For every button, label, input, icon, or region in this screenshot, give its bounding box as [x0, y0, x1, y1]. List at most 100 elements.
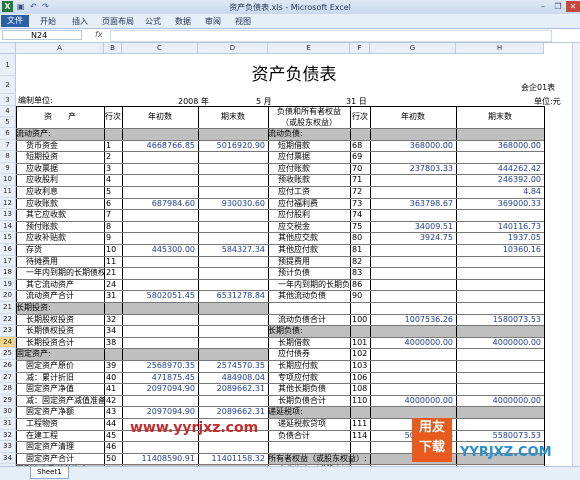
tab-home[interactable]: 开始	[40, 16, 56, 27]
row-header-3[interactable]: 3	[0, 94, 16, 106]
left-label: 应收补贴款	[26, 233, 66, 243]
row-header-24[interactable]: 24	[0, 336, 16, 349]
left-line-no: 9	[106, 233, 112, 243]
left-begin-value	[122, 256, 198, 268]
row-header-27[interactable]: 27	[0, 371, 16, 384]
grid-hline	[16, 162, 544, 164]
row-header-1[interactable]: 1	[0, 54, 16, 76]
row-header-20[interactable]: 20	[0, 290, 16, 302]
sheet-tab-sheet1[interactable]: Sheet1	[30, 467, 69, 479]
left-begin-value	[122, 186, 198, 198]
column-header-e[interactable]: E	[268, 43, 350, 54]
tab-formulas[interactable]: 公式	[145, 16, 161, 27]
left-line-no: 31	[106, 291, 117, 301]
left-begin-value: 4668766.85	[146, 140, 195, 150]
left-line-no: 2	[106, 152, 112, 162]
name-box[interactable]: N24	[2, 30, 82, 40]
column-header-g[interactable]: G	[370, 43, 456, 54]
row-header-22[interactable]: 22	[0, 313, 16, 326]
row-header-26[interactable]: 26	[0, 360, 16, 372]
tab-file[interactable]: 文件	[1, 15, 29, 27]
left-begin-value	[122, 302, 198, 314]
row-header-28[interactable]: 28	[0, 383, 16, 395]
left-begin-value	[122, 221, 198, 233]
row-header-9[interactable]: 9	[0, 162, 16, 175]
row-header-17[interactable]: 17	[0, 255, 16, 268]
tab-insert[interactable]: 插入	[72, 16, 88, 27]
right-label: 应付福利费	[278, 198, 318, 208]
row-header-31[interactable]: 31	[0, 418, 16, 430]
left-label: 固定资产原价	[26, 361, 74, 370]
row-header-19[interactable]: 19	[0, 278, 16, 291]
right-line-no	[352, 406, 370, 418]
left-end-value: 5016920.90	[216, 140, 265, 150]
right-line-no: 72	[352, 187, 363, 196]
row-header-29[interactable]: 29	[0, 394, 16, 407]
row-header-25[interactable]: 25	[0, 348, 16, 360]
row-header-10[interactable]: 10	[0, 174, 16, 186]
tab-page-layout[interactable]: 页面布局	[102, 16, 134, 27]
fx-icon[interactable]: fx	[95, 30, 103, 39]
row-header-7[interactable]: 7	[0, 139, 16, 152]
row-header-15[interactable]: 15	[0, 232, 16, 244]
tab-data[interactable]: 数据	[175, 16, 191, 27]
row-header-21[interactable]: 21	[0, 302, 16, 314]
row-header-2[interactable]: 2	[0, 76, 16, 94]
row-header-11[interactable]: 11	[0, 186, 16, 198]
right-end-value: 369000.33	[497, 198, 541, 208]
row-header-14[interactable]: 14	[0, 220, 16, 233]
left-label: 固定资产净值	[26, 384, 74, 394]
row-header-4[interactable]: 4	[0, 106, 16, 117]
right-line-no: 101	[352, 337, 368, 347]
row-header-5[interactable]: 5	[0, 117, 16, 128]
header-asset: 资 产	[44, 112, 76, 121]
row-header-32[interactable]: 32	[0, 429, 16, 442]
worksheet-grid[interactable]: 资产负债表 会企01表 编制单位: 2008 年 5 月 31 日 单位:元 资…	[16, 54, 572, 466]
right-line-no	[352, 325, 370, 337]
vertical-scrollbar[interactable]	[572, 43, 580, 466]
row-header-18[interactable]: 18	[0, 267, 16, 279]
column-header-b[interactable]: B	[104, 43, 122, 54]
restore-icon[interactable]: ❐	[551, 1, 565, 12]
column-header-d[interactable]: D	[198, 43, 268, 54]
grid-vline	[198, 106, 199, 466]
row-header-23[interactable]: 23	[0, 325, 16, 337]
right-label: 应交税金	[278, 221, 310, 231]
left-label: 短期投资	[26, 152, 58, 162]
right-label: 负债合计	[278, 430, 310, 440]
left-label: 长期债权投资	[26, 326, 74, 336]
column-header-a[interactable]: A	[16, 43, 104, 54]
left-line-no: 4	[106, 175, 112, 185]
formula-input[interactable]	[110, 30, 552, 42]
right-end-value: 4000000.00	[492, 337, 541, 347]
right-end-value	[456, 302, 544, 314]
right-end-value: 368000.00	[497, 140, 541, 150]
row-header-30[interactable]: 30	[0, 406, 16, 418]
right-line-no: 80	[352, 233, 363, 243]
row-header-34[interactable]: 34	[0, 452, 16, 465]
row-header-8[interactable]: 8	[0, 151, 16, 163]
watermark-site: www.yyrjxz.com	[130, 420, 259, 436]
sheet-tab-bar: Sheet1	[0, 466, 580, 480]
close-icon[interactable]: ✕	[566, 1, 580, 12]
right-begin-value	[370, 383, 456, 395]
column-header-c[interactable]: C	[122, 43, 198, 54]
minimize-icon[interactable]: –	[536, 1, 550, 12]
select-all-corner[interactable]	[0, 43, 16, 54]
grid-hline	[16, 128, 544, 129]
row-header-12[interactable]: 12	[0, 197, 16, 210]
row-header-16[interactable]: 16	[0, 244, 16, 256]
column-header-h[interactable]: H	[456, 43, 544, 54]
row-header-33[interactable]: 33	[0, 441, 16, 453]
row-header-6[interactable]: 6	[0, 128, 16, 140]
right-end-value	[456, 325, 544, 337]
tab-review[interactable]: 审阅	[205, 16, 221, 27]
right-begin-value	[370, 174, 456, 186]
tab-view[interactable]: 视图	[235, 16, 251, 27]
right-line-no	[352, 302, 370, 314]
right-label: 应付票据	[278, 152, 310, 162]
grid-hline	[16, 197, 544, 199]
row-header-13[interactable]: 13	[0, 209, 16, 221]
right-label: 应付工资	[278, 187, 310, 196]
column-header-f[interactable]: F	[350, 43, 370, 54]
